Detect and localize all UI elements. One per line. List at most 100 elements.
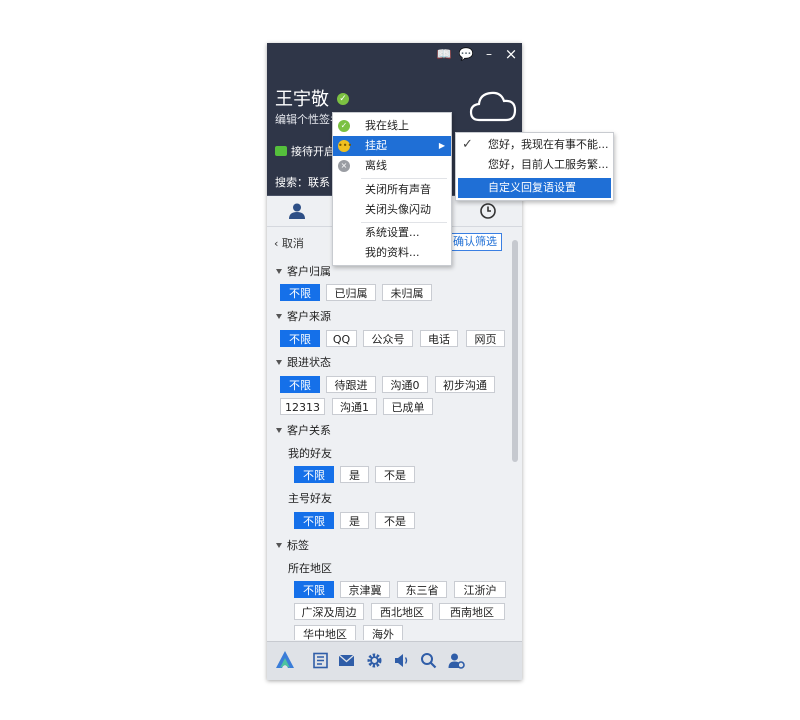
filter-option[interactable]: 不限 bbox=[280, 284, 320, 301]
mail-icon[interactable] bbox=[338, 652, 355, 669]
filter-panel: 客户归属 不限 已归属 未归属 客户来源 不限 QQ 公众号 电话 网页 跟进状… bbox=[267, 255, 511, 640]
away-status-icon: ••• bbox=[338, 140, 353, 152]
filter-option[interactable]: 沟通1 bbox=[332, 398, 377, 415]
menu-item-label: 系统设置... bbox=[365, 226, 420, 239]
confirm-filter-button[interactable]: 确认筛选 bbox=[448, 233, 502, 251]
section-title: 客户来源 bbox=[287, 310, 331, 323]
custom-reply-settings[interactable]: 自定义回复语设置 bbox=[458, 178, 611, 198]
filter-option[interactable]: 东三省 bbox=[397, 581, 447, 598]
menu-item-mute-all[interactable]: 关闭所有声音 bbox=[333, 180, 451, 200]
status-menu: ✓ 我在线上 ••• 挂起 ▶ × 离线 关闭所有声音 关闭头像闪动 系统设置.… bbox=[332, 112, 452, 266]
online-status-icon: ✓ bbox=[338, 120, 350, 132]
section-tags[interactable]: 标签 bbox=[276, 537, 309, 553]
filter-option[interactable]: 江浙沪 bbox=[454, 581, 506, 598]
filter-option[interactable]: 是 bbox=[340, 512, 369, 529]
menu-item-label: 关闭头像闪动 bbox=[365, 203, 431, 216]
section-title: 跟进状态 bbox=[287, 356, 331, 369]
filter-option[interactable]: 西北地区 bbox=[371, 603, 433, 620]
filter-option[interactable]: 不是 bbox=[375, 466, 415, 483]
reception-chat-icon bbox=[275, 146, 287, 156]
reply-option-service-busy[interactable]: 您好，目前人工服务繁... bbox=[456, 155, 613, 175]
collapse-triangle-icon bbox=[276, 268, 282, 274]
section-source[interactable]: 客户来源 bbox=[276, 308, 331, 324]
filter-option[interactable]: 初步沟通 bbox=[435, 376, 495, 393]
collapse-triangle-icon bbox=[276, 427, 282, 433]
menu-item-label: 挂起 bbox=[365, 139, 387, 152]
offline-status-icon: × bbox=[338, 160, 350, 172]
menu-item-away[interactable]: ••• 挂起 ▶ bbox=[333, 136, 451, 156]
submenu-arrow-icon: ▶ bbox=[438, 141, 445, 150]
section-title: 客户归属 bbox=[287, 265, 331, 278]
speaker-icon[interactable] bbox=[393, 652, 410, 669]
menu-separator bbox=[361, 178, 447, 179]
search-icon[interactable] bbox=[420, 652, 437, 669]
menu-item-label: 关闭所有声音 bbox=[365, 183, 431, 196]
filter-option[interactable]: 西南地区 bbox=[439, 603, 505, 620]
user-settings-icon[interactable] bbox=[448, 652, 465, 669]
subsection-title: 我的好友 bbox=[288, 447, 332, 460]
filter-option[interactable]: 海外 bbox=[363, 625, 403, 640]
menu-item-system-settings[interactable]: 系统设置... bbox=[333, 223, 451, 243]
cloud-icon[interactable] bbox=[469, 88, 517, 124]
filter-option[interactable]: 12313 bbox=[280, 398, 325, 415]
settings-gear-icon[interactable] bbox=[366, 652, 383, 669]
collapse-triangle-icon bbox=[276, 359, 282, 365]
close-button[interactable]: × bbox=[502, 45, 520, 63]
book-icon[interactable]: 📖 bbox=[435, 45, 453, 63]
minimize-button[interactable]: – bbox=[480, 45, 498, 63]
filter-option[interactable]: 沟通0 bbox=[382, 376, 428, 393]
section-ownership[interactable]: 客户归属 bbox=[276, 263, 331, 279]
cancel-button[interactable]: ‹ 取消 bbox=[274, 235, 304, 251]
menu-item-label: 您好，目前人工服务繁... bbox=[488, 158, 609, 171]
app-logo-icon[interactable] bbox=[275, 650, 295, 670]
menu-item-disable-avatar-flash[interactable]: 关闭头像闪动 bbox=[333, 200, 451, 220]
collapse-triangle-icon bbox=[276, 313, 282, 319]
scrollbar-thumb[interactable] bbox=[512, 240, 518, 462]
filter-option[interactable]: 已成单 bbox=[383, 398, 433, 415]
user-name: 王宇敬 bbox=[275, 89, 329, 110]
section-title: 标签 bbox=[287, 539, 309, 552]
subsection-title: 所在地区 bbox=[288, 562, 332, 575]
filter-option[interactable]: 电话 bbox=[420, 330, 458, 347]
filter-option[interactable]: 是 bbox=[340, 466, 369, 483]
filter-option[interactable]: 公众号 bbox=[363, 330, 413, 347]
section-followup[interactable]: 跟进状态 bbox=[276, 354, 331, 370]
menu-item-online[interactable]: ✓ 我在线上 bbox=[333, 116, 451, 136]
filter-option[interactable]: 华中地区 bbox=[294, 625, 356, 640]
menu-item-my-profile[interactable]: 我的资料... bbox=[333, 243, 451, 263]
ledger-icon[interactable] bbox=[312, 652, 329, 669]
filter-option[interactable]: 已归属 bbox=[326, 284, 376, 301]
online-status-icon[interactable]: ✓ bbox=[337, 93, 349, 105]
filter-option[interactable]: 京津冀 bbox=[340, 581, 390, 598]
filter-option[interactable]: 网页 bbox=[466, 330, 505, 347]
subsection-title: 主号好友 bbox=[288, 492, 332, 505]
reception-status[interactable]: 接待开启 bbox=[275, 143, 335, 159]
filter-scrollbar[interactable] bbox=[511, 240, 519, 640]
auto-reply-submenu: ✓ 您好，我现在有事不能... 您好，目前人工服务繁... 自定义回复语设置 bbox=[455, 132, 614, 201]
reception-label: 接待开启 bbox=[291, 145, 335, 158]
menu-item-label: 自定义回复语设置 bbox=[488, 181, 576, 194]
history-tab-icon[interactable] bbox=[479, 202, 497, 220]
filter-option[interactable]: 待跟进 bbox=[326, 376, 376, 393]
bottom-toolbar bbox=[267, 641, 522, 680]
filter-option[interactable]: 不限 bbox=[280, 330, 320, 347]
menu-item-label: 您好，我现在有事不能... bbox=[488, 138, 609, 151]
menu-item-offline[interactable]: × 离线 bbox=[333, 156, 451, 176]
filter-option[interactable]: 不限 bbox=[294, 466, 334, 483]
search-field[interactable]: 搜索：联系 bbox=[275, 174, 330, 190]
filter-option[interactable]: QQ bbox=[326, 330, 357, 347]
reply-option-busy[interactable]: ✓ 您好，我现在有事不能... bbox=[456, 135, 613, 155]
menu-item-label: 我在线上 bbox=[365, 119, 409, 132]
filter-option[interactable]: 不限 bbox=[280, 376, 320, 393]
filter-option[interactable]: 不限 bbox=[294, 512, 334, 529]
contacts-tab-icon[interactable] bbox=[288, 202, 306, 220]
menu-item-label: 离线 bbox=[365, 159, 387, 172]
cancel-label: 取消 bbox=[281, 237, 304, 250]
chat-bubble-icon[interactable]: 💬 bbox=[457, 45, 475, 63]
filter-option[interactable]: 广深及周边 bbox=[294, 603, 364, 620]
section-title: 客户关系 bbox=[287, 424, 331, 437]
filter-option[interactable]: 未归属 bbox=[382, 284, 432, 301]
filter-option[interactable]: 不限 bbox=[294, 581, 334, 598]
filter-option[interactable]: 不是 bbox=[375, 512, 415, 529]
section-relationship[interactable]: 客户关系 bbox=[276, 422, 331, 438]
